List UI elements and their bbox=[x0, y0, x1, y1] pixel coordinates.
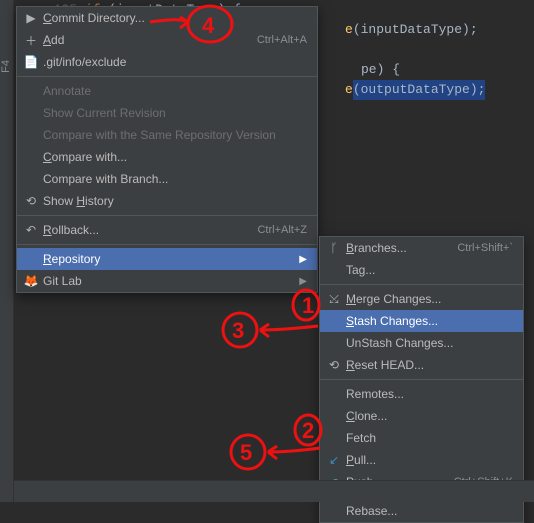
menu-separator bbox=[320, 379, 523, 380]
vcs-menu-compare-with-branch[interactable]: Compare with Branch... bbox=[17, 168, 317, 190]
svg-text:1: 1 bbox=[302, 293, 314, 318]
⟲-icon: ⟲ bbox=[21, 194, 41, 208]
svg-text:3: 3 bbox=[232, 318, 244, 343]
repo-menu-fetch[interactable]: Fetch bbox=[320, 427, 523, 449]
menu-item-label: Add bbox=[41, 33, 257, 47]
repo-menu-merge-changes[interactable]: ⤩Merge Changes... bbox=[320, 288, 523, 310]
vcs-menu-show-current-revision: Show Current Revision bbox=[17, 102, 317, 124]
menu-item-label: UnStash Changes... bbox=[344, 336, 513, 350]
📄-icon: 📄 bbox=[21, 55, 41, 69]
menu-item-label: Show History bbox=[41, 194, 307, 208]
menu-item-label: Fetch bbox=[344, 431, 513, 445]
menu-item-label: Repository bbox=[41, 252, 299, 266]
menu-item-label: Reset HEAD... bbox=[344, 358, 513, 372]
menu-item-label: .git/info/exclude bbox=[41, 55, 307, 69]
menu-item-label: Rollback... bbox=[41, 223, 257, 237]
▶-icon: ▶ bbox=[21, 11, 41, 25]
menu-separator bbox=[17, 76, 317, 77]
menu-item-label: Merge Changes... bbox=[344, 292, 513, 306]
vcs-menu-git-lab[interactable]: 🦊Git Lab▶ bbox=[17, 270, 317, 292]
submenu-arrow-icon: ▶ bbox=[299, 254, 307, 265]
repo-menu-branches[interactable]: ᚴBranches...Ctrl+Shift+` bbox=[320, 237, 523, 259]
repo-menu-reset-head[interactable]: ⟲Reset HEAD... bbox=[320, 354, 523, 376]
＋-icon: ＋ bbox=[21, 32, 41, 49]
↙-icon: ↙ bbox=[324, 453, 344, 467]
svg-text:2: 2 bbox=[302, 418, 314, 443]
repo-menu-stash-changes[interactable]: Stash Changes... bbox=[320, 310, 523, 332]
vcs-menu-compare-with[interactable]: Compare with... bbox=[17, 146, 317, 168]
⟲-icon: ⟲ bbox=[324, 358, 344, 372]
vcs-menu-add[interactable]: ＋AddCtrl+Alt+A bbox=[17, 29, 317, 51]
menu-item-label: Remotes... bbox=[344, 387, 513, 401]
shortcut-label: Ctrl+Alt+Z bbox=[257, 224, 307, 236]
menu-item-label: Stash Changes... bbox=[344, 314, 513, 328]
repo-menu-pull[interactable]: ↙Pull... bbox=[320, 449, 523, 471]
menu-item-label: Commit Directory... bbox=[41, 11, 307, 25]
repo-menu-rebase[interactable]: Rebase... bbox=[320, 500, 523, 522]
menu-separator bbox=[17, 244, 317, 245]
vcs-menu-commit-directory[interactable]: ▶Commit Directory... bbox=[17, 7, 317, 29]
↶-icon: ↶ bbox=[21, 223, 41, 237]
menu-separator bbox=[17, 215, 317, 216]
ᚴ-icon: ᚴ bbox=[324, 241, 344, 255]
menu-item-label: Compare with Branch... bbox=[41, 172, 307, 186]
shortcut-label: Ctrl+Shift+` bbox=[457, 242, 513, 254]
repo-menu-clone[interactable]: Clone... bbox=[320, 405, 523, 427]
menu-item-label: Compare with the Same Repository Version bbox=[41, 128, 307, 142]
repo-menu-tag[interactable]: Tag... bbox=[320, 259, 523, 281]
repo-menu-unstash-changes[interactable]: UnStash Changes... bbox=[320, 332, 523, 354]
menu-item-label: Annotate bbox=[41, 84, 307, 98]
menu-item-label: Git Lab bbox=[41, 274, 299, 288]
svg-text:5: 5 bbox=[240, 440, 252, 465]
⤩-icon: ⤩ bbox=[324, 292, 344, 307]
status-bar bbox=[14, 480, 534, 502]
menu-item-label: Branches... bbox=[344, 241, 457, 255]
gutter-tab[interactable]: F4 bbox=[0, 60, 12, 73]
menu-item-label: Pull... bbox=[344, 453, 513, 467]
vcs-context-menu: ▶Commit Directory...＋AddCtrl+Alt+A📄.git/… bbox=[16, 6, 318, 293]
menu-item-label: Compare with... bbox=[41, 150, 307, 164]
menu-item-label: Clone... bbox=[344, 409, 513, 423]
🦊-icon: 🦊 bbox=[21, 274, 41, 288]
repo-menu-remotes[interactable]: Remotes... bbox=[320, 383, 523, 405]
left-gutter: F4 bbox=[0, 0, 14, 502]
submenu-arrow-icon: ▶ bbox=[299, 276, 307, 287]
menu-item-label: Show Current Revision bbox=[41, 106, 307, 120]
menu-separator bbox=[320, 284, 523, 285]
vcs-menu-git-info-exclude[interactable]: 📄.git/info/exclude bbox=[17, 51, 317, 73]
vcs-menu-annotate: Annotate bbox=[17, 80, 317, 102]
shortcut-label: Ctrl+Alt+A bbox=[257, 34, 307, 46]
vcs-menu-compare-with-the-same-repository-version: Compare with the Same Repository Version bbox=[17, 124, 317, 146]
menu-item-label: Rebase... bbox=[344, 504, 513, 518]
vcs-menu-repository[interactable]: Repository▶ bbox=[17, 248, 317, 270]
menu-item-label: Tag... bbox=[344, 263, 513, 277]
vcs-menu-rollback[interactable]: ↶Rollback...Ctrl+Alt+Z bbox=[17, 219, 317, 241]
vcs-menu-show-history[interactable]: ⟲Show History bbox=[17, 190, 317, 212]
